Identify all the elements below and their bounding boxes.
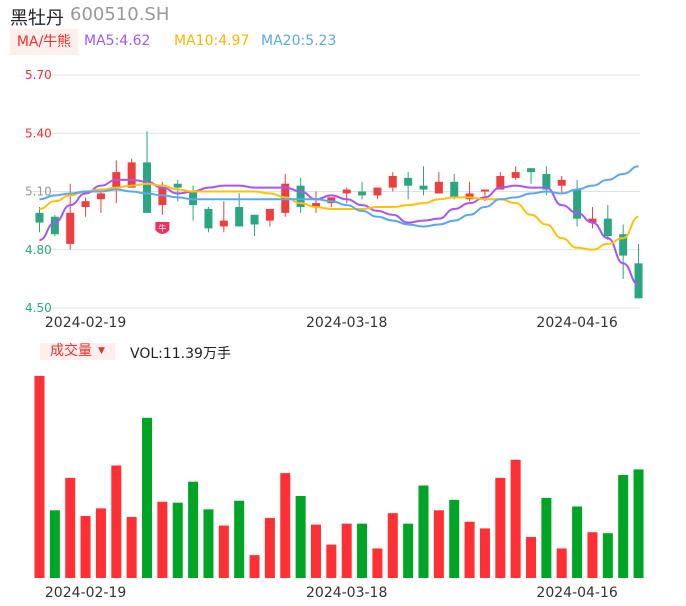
candle-body[interactable] — [35, 212, 44, 223]
candle-body[interactable] — [127, 162, 136, 188]
candle-body[interactable] — [50, 216, 59, 235]
kline-chart[interactable]: 5.705.405.104.804.50 2024-02-19 2024-03-… — [0, 0, 686, 606]
candle-body[interactable] — [219, 220, 228, 227]
volume-bar[interactable] — [387, 513, 398, 578]
volume-bar[interactable] — [80, 516, 91, 578]
candle-body[interactable] — [373, 187, 382, 196]
volume-x-tick-label: 2024-04-16 — [536, 585, 617, 601]
volume-bar[interactable] — [479, 528, 490, 578]
volume-bar[interactable] — [95, 508, 106, 578]
candle-body[interactable] — [342, 189, 351, 194]
volume-x-tick-label: 2024-03-18 — [306, 585, 387, 601]
volume-bar[interactable] — [510, 459, 521, 578]
volume-bar[interactable] — [295, 496, 306, 578]
price-x-tick-label: 2024-03-18 — [306, 315, 387, 331]
candle-body[interactable] — [173, 183, 182, 188]
volume-bar[interactable] — [418, 485, 429, 578]
volume-bar[interactable] — [264, 517, 275, 578]
volume-bar[interactable] — [618, 475, 629, 578]
candle-body[interactable] — [527, 168, 536, 173]
volume-bar[interactable] — [449, 499, 460, 578]
candle-body[interactable] — [81, 201, 90, 208]
candle-body[interactable] — [204, 208, 213, 229]
candle-body[interactable] — [358, 191, 367, 196]
candle-body[interactable] — [480, 189, 489, 192]
candle-body[interactable] — [265, 208, 274, 221]
volume-bar[interactable] — [341, 523, 352, 578]
candle-body[interactable] — [434, 181, 443, 194]
candle-body[interactable] — [419, 185, 428, 190]
volume-bar[interactable] — [587, 532, 598, 578]
candle-body[interactable] — [511, 172, 520, 178]
candle-body[interactable] — [603, 218, 612, 237]
volume-bar[interactable] — [403, 523, 414, 578]
volume-bar[interactable] — [357, 523, 368, 578]
candle-body[interactable] — [96, 193, 105, 200]
volume-bar[interactable] — [556, 548, 567, 578]
volume-bar[interactable] — [203, 509, 214, 578]
volume-bar[interactable] — [280, 473, 291, 578]
volume-bar[interactable] — [495, 477, 506, 578]
volume-bar[interactable] — [433, 510, 444, 578]
volume-bar[interactable] — [234, 500, 245, 578]
price-x-tick-label: 2024-02-19 — [45, 315, 126, 331]
volume-bar[interactable] — [126, 516, 137, 578]
volume-bar[interactable] — [172, 502, 183, 578]
volume-bar[interactable] — [633, 469, 644, 578]
volume-bar[interactable] — [218, 525, 229, 578]
candle-body[interactable] — [235, 207, 244, 227]
y-tick-label: 5.40 — [25, 126, 52, 140]
volume-bar[interactable] — [65, 477, 76, 578]
y-tick-label: 4.50 — [25, 301, 52, 315]
y-tick-label: 5.70 — [25, 68, 52, 82]
volume-bar[interactable] — [142, 417, 153, 578]
candle-body[interactable] — [450, 181, 459, 198]
volume-bar[interactable] — [34, 375, 45, 578]
volume-bar[interactable] — [572, 506, 583, 578]
volume-bar[interactable] — [541, 497, 552, 578]
volume-bar[interactable] — [310, 524, 321, 578]
ma5-line — [39, 178, 639, 286]
volume-bar[interactable] — [526, 537, 537, 578]
volume-bar[interactable] — [111, 465, 122, 578]
volume-bar[interactable] — [464, 521, 475, 578]
price-x-tick-label: 2024-04-16 — [536, 315, 617, 331]
ma10-line — [39, 182, 639, 251]
bull-shield-icon[interactable]: 牛 — [155, 222, 170, 234]
volume-bar[interactable] — [249, 555, 260, 578]
candle-body[interactable] — [557, 179, 566, 186]
volume-bar[interactable] — [326, 544, 337, 578]
volume-bar[interactable] — [157, 501, 168, 578]
badge-text: 牛 — [158, 223, 166, 233]
candle-body[interactable] — [388, 175, 397, 188]
y-tick-label: 4.80 — [25, 243, 52, 257]
volume-bar[interactable] — [49, 510, 60, 578]
candle-body[interactable] — [143, 162, 152, 213]
volume-bar[interactable] — [188, 481, 199, 578]
volume-bar[interactable] — [372, 548, 383, 578]
candle-body[interactable] — [250, 214, 259, 225]
candle-body[interactable] — [634, 263, 643, 299]
candle-body[interactable] — [404, 177, 413, 186]
volume-bar[interactable] — [602, 533, 613, 578]
candle-body[interactable] — [66, 212, 75, 244]
volume-x-tick-label: 2024-02-19 — [45, 585, 126, 601]
